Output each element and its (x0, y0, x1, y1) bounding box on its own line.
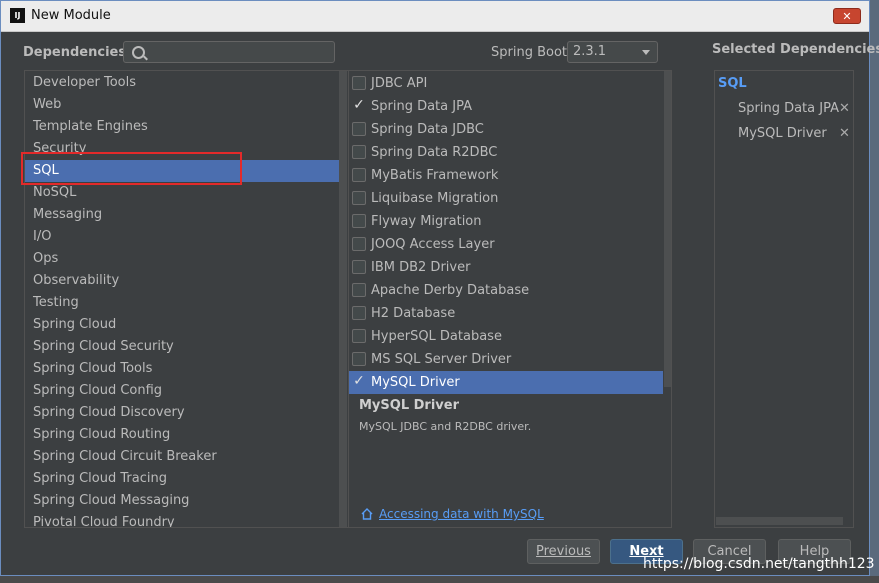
checkbox[interactable] (352, 283, 366, 297)
dependency-label: JOOQ Access Layer (371, 237, 495, 252)
dependency-item[interactable]: HyperSQL Database (349, 325, 663, 348)
category-item[interactable]: Pivotal Cloud Foundry (25, 512, 347, 527)
dependency-label: MySQL Driver (371, 375, 460, 390)
checkbox[interactable] (352, 214, 366, 228)
dependency-label: MyBatis Framework (371, 168, 499, 183)
remove-icon[interactable]: ✕ (839, 101, 850, 116)
dependency-label: H2 Database (371, 306, 456, 321)
category-item[interactable]: Spring Cloud Discovery (25, 402, 347, 424)
dependency-label: Spring Data JPA (371, 99, 472, 114)
dependency-label: JDBC API (371, 76, 428, 91)
spring-boot-version-select[interactable]: 2.3.1 (567, 41, 658, 63)
dependency-item[interactable]: Apache Derby Database (349, 279, 663, 302)
checkbox[interactable] (352, 191, 366, 205)
dependency-item[interactable]: JOOQ Access Layer (349, 233, 663, 256)
guide-link[interactable]: Accessing data with MySQL (379, 507, 544, 521)
dependency-label: HyperSQL Database (371, 329, 502, 344)
previous-button[interactable]: Previous (527, 539, 600, 564)
category-list[interactable]: Developer Tools Web Template Engines Securi… (24, 70, 349, 528)
checkbox[interactable] (352, 306, 366, 320)
dependency-item[interactable]: MyBatis Framework (349, 164, 663, 187)
dependency-description-title: MySQL Driver (359, 398, 459, 413)
category-item[interactable]: Spring Cloud Tracing (25, 468, 347, 490)
watermark: https://blog.csdn.net/tangthh123 (643, 556, 875, 572)
highlight-annotation (21, 152, 242, 185)
dependency-label: Liquibase Migration (371, 191, 499, 206)
dependency-item[interactable]: ✓ Spring Data JPA (349, 95, 663, 118)
selected-group-sql: SQL (718, 76, 747, 91)
dependency-item[interactable]: JDBC API (349, 72, 663, 95)
category-item[interactable]: I/O (25, 226, 347, 248)
category-list-scrollbar[interactable] (339, 71, 347, 527)
dependency-label: Spring Data R2DBC (371, 145, 498, 160)
category-item[interactable]: Spring Cloud (25, 314, 347, 336)
checked-checkbox[interactable]: ✓ (352, 98, 366, 113)
home-icon (361, 508, 373, 520)
dependency-item[interactable]: MS SQL Server Driver (349, 348, 663, 371)
new-module-dialog: IJ New Module ✕ Dependencies Spring Boot… (0, 0, 879, 576)
checkbox[interactable] (352, 145, 366, 159)
category-item[interactable]: Spring Cloud Routing (25, 424, 347, 446)
category-item[interactable]: Testing (25, 292, 347, 314)
checkbox[interactable] (352, 260, 366, 274)
dependency-list-scrollbar[interactable] (664, 71, 671, 387)
dependency-label: IBM DB2 Driver (371, 260, 471, 275)
category-item[interactable]: Spring Cloud Messaging (25, 490, 347, 512)
category-item[interactable]: Messaging (25, 204, 347, 226)
category-item[interactable]: NoSQL (25, 182, 347, 204)
category-item[interactable]: Developer Tools (25, 72, 347, 94)
previous-button-label: Previous (536, 544, 591, 559)
desktop-strip (0, 576, 879, 583)
dependency-item[interactable]: IBM DB2 Driver (349, 256, 663, 279)
category-item[interactable]: Spring Cloud Config (25, 380, 347, 402)
title-bar: IJ New Module ✕ (1, 1, 869, 32)
checked-checkbox[interactable]: ✓ (352, 374, 366, 389)
dependency-label: Flyway Migration (371, 214, 482, 229)
selected-panel-scrollbar[interactable] (716, 517, 843, 525)
dependency-panel: JDBC API ✓ Spring Data JPA Spring Data JDBC… (348, 70, 672, 528)
category-item[interactable]: Observability (25, 270, 347, 292)
category-item[interactable]: Spring Cloud Circuit Breaker (25, 446, 347, 468)
category-item[interactable]: Spring Cloud Security (25, 336, 347, 358)
dependency-label: Apache Derby Database (371, 283, 530, 298)
selected-dependencies-heading: Selected Dependencies (712, 42, 879, 57)
dependency-item[interactable]: Liquibase Migration (349, 187, 663, 210)
checkbox[interactable] (352, 168, 366, 182)
spring-boot-label: Spring Boot (491, 45, 568, 60)
selected-item: MySQL Driver (738, 126, 827, 141)
category-item[interactable]: Spring Cloud Tools (25, 358, 347, 380)
dependency-item[interactable]: H2 Database (349, 302, 663, 325)
dependency-label: MS SQL Server Driver (371, 352, 512, 367)
dependency-search-input[interactable] (148, 43, 332, 63)
category-item[interactable]: Web (25, 94, 347, 116)
spring-boot-version-value: 2.3.1 (573, 44, 607, 59)
window-close-button[interactable]: ✕ (833, 8, 861, 24)
search-icon (132, 46, 145, 59)
checkbox[interactable] (352, 76, 366, 90)
remove-icon[interactable]: ✕ (839, 126, 850, 141)
checkbox[interactable] (352, 122, 366, 136)
dependency-description-text: MySQL JDBC and R2DBC driver. (359, 420, 532, 433)
dependency-item[interactable]: ✓ MySQL Driver (349, 371, 663, 394)
checkbox[interactable] (352, 329, 366, 343)
checkbox[interactable] (352, 237, 366, 251)
selected-item: Spring Data JPA (738, 101, 839, 116)
dependency-item[interactable]: Spring Data R2DBC (349, 141, 663, 164)
category-item[interactable]: Template Engines (25, 116, 347, 138)
intellij-app-icon: IJ (10, 8, 25, 23)
dependency-item[interactable]: Spring Data JDBC (349, 118, 663, 141)
dependency-search-box[interactable] (123, 41, 335, 63)
checkbox[interactable] (352, 352, 366, 366)
dependency-item[interactable]: Flyway Migration (349, 210, 663, 233)
category-item[interactable]: Ops (25, 248, 347, 270)
dependencies-heading: Dependencies (23, 45, 127, 60)
dependency-label: Spring Data JDBC (371, 122, 484, 137)
window-title: New Module (31, 8, 111, 23)
chevron-down-icon (642, 50, 650, 55)
